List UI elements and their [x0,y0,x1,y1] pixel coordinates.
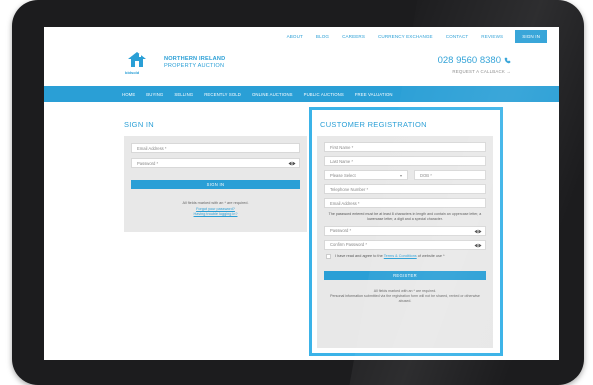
top-link-sign-in[interactable]: SIGN IN [515,29,547,43]
telephone-field[interactable]: Telephone Number * [324,184,486,194]
brand-name: NORTHERN IRELAND PROPERTY AUCTION [164,56,225,70]
privacy-note: Personal information submitted via the r… [330,293,480,303]
request-callback-link[interactable]: REQUEST A CALLBACK → [452,69,511,74]
sign-in-button[interactable]: SIGN IN [131,180,300,189]
phone-number[interactable]: 028 9560 8380 [438,55,511,66]
terms-prefix: I have read and agree to the [335,254,383,259]
brand-line-2: PROPERTY AUCTION [164,63,225,69]
nav-free-valuation[interactable]: FREE VALUATION [355,92,393,97]
nav-home[interactable]: HOME [122,92,135,97]
show-password-icon[interactable] [474,229,482,234]
title-dob-row: Please Select ▾ DOB * [324,170,486,184]
first-name-field[interactable]: First Name * [324,142,486,152]
logo-subtext: bidsold [125,70,140,75]
registration-form: First Name * Last Name * Please Select ▾… [317,136,493,348]
phone-icon [504,57,511,64]
email-field[interactable]: Email Address * [324,198,486,208]
trouble-logging-in-link[interactable]: Having trouble logging in? [194,212,238,216]
terms-link[interactable]: Terms & Conditions [384,254,417,258]
show-confirm-password-icon[interactable] [474,243,482,248]
top-links: ABOUT BLOG CAREERS CURRENCY EXCHANGE CON… [44,27,559,45]
nav-public-auctions[interactable]: PUBLIC AUCTIONS [304,92,344,97]
terms-checkbox[interactable] [326,253,331,259]
brand-line-1: NORTHERN IRELAND [164,56,226,62]
header: bidsold NORTHERN IRELAND PROPERTY AUCTIO… [44,45,559,86]
confirm-password-placeholder: Confirm Password * [330,242,368,248]
terms-suffix: of website use * [417,254,445,259]
nav-buying[interactable]: BUYING [146,92,163,97]
title-select-value: Please Select [330,172,356,178]
dob-field[interactable]: DOB * [414,170,486,180]
password-rules-note: The password entered must be at least 8 … [328,212,482,221]
forgot-password-link[interactable]: Forgot your password? [196,207,235,211]
confirm-password-field[interactable]: Confirm Password * [324,239,486,250]
top-link-currency-exchange[interactable]: CURRENCY EXCHANGE [378,34,433,39]
password-placeholder: Password * [330,228,352,234]
terms-agreement: I have read and agree to the Terms & Con… [326,253,486,259]
phone-text: 028 9560 8380 [437,55,501,66]
register-button[interactable]: REGISTER [324,270,486,280]
password-field[interactable]: Password * [324,225,486,236]
last-name-field[interactable]: Last Name * [324,156,486,166]
top-link-careers[interactable]: CAREERS [342,34,365,39]
top-link-contact[interactable]: CONTACT [446,34,469,39]
show-password-icon[interactable] [288,161,296,166]
tablet-frame: ABOUT BLOG CAREERS CURRENCY EXCHANGE CON… [12,0,584,385]
site-logo[interactable]: bidsold [124,49,152,81]
title-select[interactable]: Please Select ▾ [324,170,408,180]
top-link-about[interactable]: ABOUT [287,34,303,39]
chevron-down-icon: ▾ [399,173,402,178]
top-link-reviews[interactable]: REVIEWS [481,34,503,39]
sign-in-email-field[interactable]: Email Address * [131,143,300,153]
main-nav: HOME BUYING SELLING RECENTLY SOLD ONLINE… [44,86,559,102]
house-logo-icon [128,52,146,67]
nav-selling[interactable]: SELLING [174,92,193,97]
nav-recently-sold[interactable]: RECENTLY SOLD [204,92,241,97]
registration-heading: CUSTOMER REGISTRATION [320,120,427,129]
sign-in-password-placeholder: Password * [137,160,159,166]
sign-in-password-field[interactable]: Password * [131,158,300,168]
sign-in-form: Email Address * Password * SIGN IN All f… [124,136,307,232]
sign-in-heading: SIGN IN [124,120,155,129]
top-link-blog[interactable]: BLOG [316,34,329,39]
nav-online-auctions[interactable]: ONLINE AUCTIONS [252,92,293,97]
screen: ABOUT BLOG CAREERS CURRENCY EXCHANGE CON… [44,27,559,360]
